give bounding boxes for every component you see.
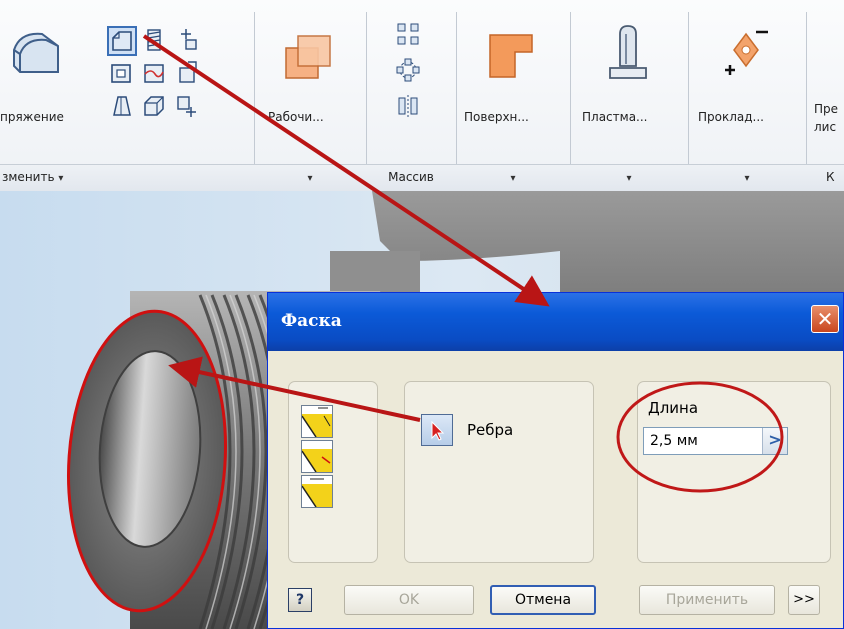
annotation-arrow-to-dialog <box>142 34 550 307</box>
annotation-arrow-to-edge <box>168 356 421 422</box>
annotation-circle-length <box>616 381 784 493</box>
annotation-overlay <box>142 34 784 493</box>
